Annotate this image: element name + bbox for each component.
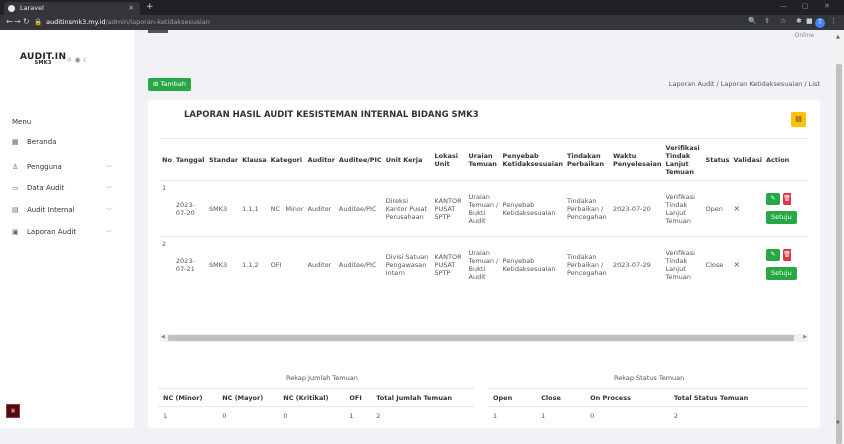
scroll-down-icon[interactable]: ▼ — [836, 420, 840, 426]
add-button[interactable]: ⊞ Tambah — [148, 78, 191, 91]
tab-bar: Laravel ✕ + — ▢ ✕ — [0, 0, 844, 15]
hamburger-icon[interactable] — [148, 30, 168, 33]
edit-button[interactable]: ✎ — [766, 249, 780, 262]
rekap-status-table: Open Close On Process Total Status Temua… — [488, 388, 808, 425]
col-waktu: Waktu Penyelesaian — [610, 138, 664, 181]
breadcrumb[interactable]: Laporan Audit / Laporan Ketidaksesuaian … — [669, 78, 820, 91]
sidepanel-icon[interactable]: ■ — [806, 17, 813, 25]
scroll-right-icon[interactable]: ▶ — [803, 334, 807, 340]
tab-title: Laravel — [20, 4, 44, 12]
chevron-down-icon: ﹀ — [105, 208, 112, 215]
user-icon: ♙ — [12, 163, 19, 171]
table-row: 1 0 0 1 2 — [158, 406, 474, 425]
page-title: LAPORAN HASIL AUDIT KESISTEMAN INTERNAL … — [184, 110, 479, 120]
col-tindakan: Tindakan Perbaikan — [564, 138, 611, 181]
col-tanggal: Tanggal — [173, 138, 208, 181]
vertical-scrollbar[interactable]: ▲ ▼ — [834, 30, 844, 444]
report-card: LAPORAN HASIL AUDIT KESISTEMAN INTERNAL … — [148, 100, 820, 428]
kebab-menu-icon[interactable]: ⋮ — [830, 17, 837, 25]
extensions-icon[interactable]: ✱ — [796, 17, 802, 25]
rekap-jumlah-title: Rekap Jumlah Temuan — [286, 374, 358, 382]
report-icon: ▣ — [12, 228, 19, 236]
plus-icon: ⊞ — [153, 80, 161, 88]
col-standar: Standar — [207, 138, 241, 181]
url-field[interactable]: 🔒 auditinsmk3.my.id/admin/laporan-ketidak… — [34, 17, 684, 28]
table-row: 2 2023-07-21 SMK3 1.1.2 OFI Auditor Audi… — [160, 236, 808, 293]
sidebar-item-data-audit[interactable]: ▭ Data Audit ﹀ — [12, 184, 122, 196]
profile-avatar[interactable]: T — [815, 18, 825, 28]
close-window-icon[interactable]: ✕ — [824, 2, 830, 10]
col-uraian: Uraian Temuan — [466, 138, 501, 181]
sidebar-item-audit-internal[interactable]: ▤ Audit Internal ﹀ — [12, 206, 122, 218]
share-icon[interactable]: ⇪ — [764, 17, 770, 25]
table-header-row: No Tanggal Standar Klausa Kategori Audit… — [160, 138, 808, 181]
horizontal-scrollbar[interactable]: ◀ ▶ — [160, 334, 808, 342]
col-unit-kerja: Unit Kerja — [383, 138, 433, 181]
col-auditee: Auditee/PIC — [336, 138, 384, 181]
delete-button[interactable]: 🗑 — [783, 193, 791, 205]
col-status: Status — [703, 138, 732, 181]
close-tab-icon[interactable]: ✕ — [129, 2, 134, 15]
invalid-icon: × — [731, 180, 764, 237]
minimize-icon[interactable]: — — [780, 2, 787, 10]
invalid-icon: × — [731, 236, 764, 293]
col-auditor: Auditor — [305, 138, 337, 181]
edit-button[interactable]: ✎ — [766, 193, 780, 205]
new-tab-icon[interactable]: + — [146, 2, 154, 12]
table-row: 1 1 0 2 — [488, 406, 808, 425]
export-pdf-button[interactable]: ▤ — [791, 112, 806, 127]
table-header-row: Open Close On Process Total Status Temua… — [488, 388, 808, 407]
row-actions: ✎ 🗑 Setuju — [764, 180, 808, 237]
setuju-button[interactable]: Setuju — [766, 211, 797, 224]
document-icon: ▤ — [12, 206, 19, 214]
favicon-icon — [8, 5, 15, 12]
main-content: Online ⊞ Tambah Laporan Audit / Laporan … — [134, 30, 834, 428]
col-action: Action — [764, 138, 808, 181]
file-icon: ▭ — [12, 184, 19, 192]
reload-icon[interactable]: ↻ — [23, 17, 30, 26]
rekap-status-title: Rekap Status Temuan — [614, 374, 685, 382]
col-verifikasi: Verifikasi Tindak Lanjut Temuan — [663, 138, 704, 181]
scrollbar-thumb[interactable] — [168, 335, 794, 341]
theme-toggle[interactable]: ☼ ◉ ☾ — [66, 56, 89, 64]
col-kategori: Kategori — [268, 138, 306, 181]
col-penyebab: Penyebab Ketidaksesuaian — [500, 138, 565, 181]
lock-icon: 🔒 — [34, 18, 43, 26]
grid-icon: ▦ — [12, 138, 19, 146]
setuju-button[interactable]: Setuju — [766, 267, 797, 281]
col-no: No — [160, 138, 174, 181]
col-lokasi: Lokasi Unit — [432, 138, 467, 181]
back-icon[interactable]: ← — [6, 17, 13, 26]
zoom-icon[interactable]: 🔍 — [748, 17, 757, 25]
pdf-icon: ▤ — [795, 115, 802, 123]
col-validasi: Validasi — [731, 138, 764, 181]
audit-table: No Tanggal Standar Klausa Kategori Audit… — [160, 138, 808, 293]
rekap-jumlah-table: NC (Minor) NC (Mayor) NC (Kritikal) OFI … — [158, 388, 474, 425]
maximize-icon[interactable]: ▢ — [802, 2, 809, 10]
address-bar: ← → ↻ 🔒 auditinsmk3.my.id/admin/laporan-k… — [0, 15, 844, 30]
chevron-down-icon: ﹀ — [105, 165, 112, 172]
star-icon[interactable]: ☆ — [780, 17, 786, 25]
sidebar: AUDIT.IN SMK3 ☼ ◉ ☾ Menu ▦ Beranda ♙ Pengg… — [0, 30, 134, 428]
forward-icon[interactable]: → — [14, 17, 21, 26]
row-actions: ✎ 🗑 Setuju — [764, 236, 808, 293]
sidebar-item-beranda[interactable]: ▦ Beranda — [12, 138, 122, 150]
browser-tab[interactable]: Laravel ✕ — [4, 2, 140, 15]
delete-button[interactable]: 🗑 — [783, 249, 791, 262]
table-header-row: NC (Minor) NC (Mayor) NC (Kritikal) OFI … — [158, 388, 474, 407]
sidebar-item-laporan-audit[interactable]: ▣ Laporan Audit ﹀ — [12, 228, 122, 240]
debugbar-icon[interactable]: ▣ — [6, 404, 20, 418]
chevron-down-icon: ﹀ — [105, 230, 112, 237]
scroll-up-icon[interactable]: ▲ — [836, 34, 840, 40]
menu-heading: Menu — [12, 118, 32, 126]
col-klausa: Klausa — [240, 138, 269, 181]
scrollbar-thumb[interactable] — [836, 64, 842, 444]
browser-chrome: Laravel ✕ + — ▢ ✕ ← → ↻ 🔒 auditinsmk3.my.… — [0, 0, 844, 30]
scroll-left-icon[interactable]: ◀ — [161, 334, 165, 340]
sidebar-item-pengguna[interactable]: ♙ Pengguna ﹀ — [12, 163, 122, 175]
online-status: Online — [794, 32, 814, 39]
table-row: 1 2023-07-20 SMK3 1.1.1 NC Minor Auditor… — [160, 180, 808, 237]
app-logo[interactable]: AUDIT.IN SMK3 — [20, 52, 66, 66]
chevron-down-icon: ﹀ — [105, 186, 112, 193]
